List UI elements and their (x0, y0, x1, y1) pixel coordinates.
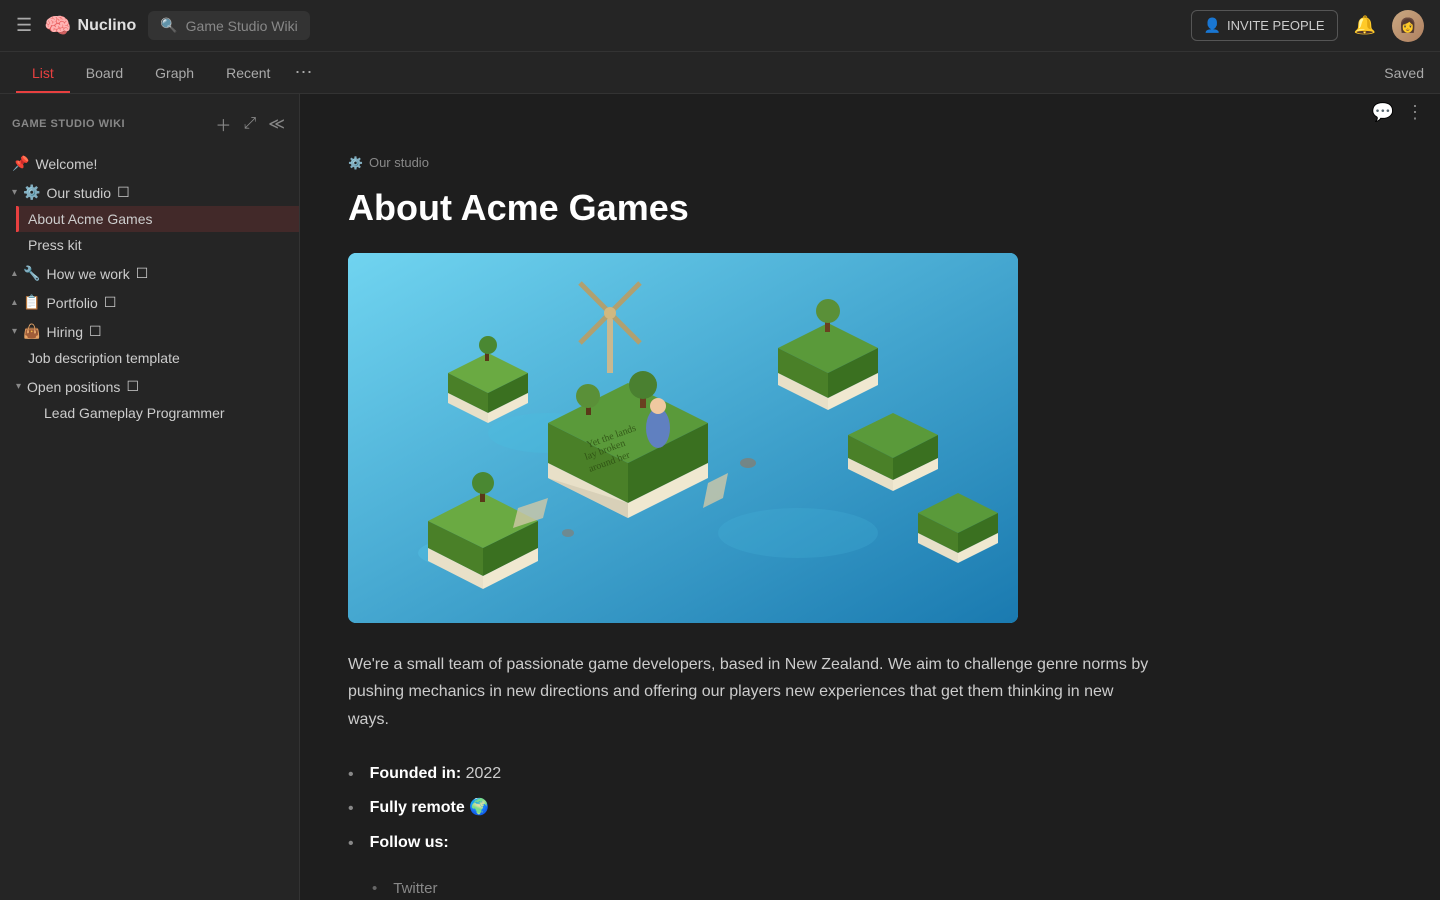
how-we-work-icon: 🔧 (23, 265, 40, 282)
sidebar-item-about-acme-label: About Acme Games (28, 211, 287, 227)
checkbox-icon[interactable]: ☐ (136, 265, 149, 282)
chevron-right-icon: ▸ (9, 300, 20, 305)
more-options-icon[interactable]: ⋮ (1406, 102, 1424, 123)
body-text: We're a small team of passionate game de… (348, 651, 1152, 733)
hero-image: Yet the lands lay broken around her (348, 253, 1018, 623)
hiring-icon: 👜 (23, 323, 40, 340)
invite-people-button[interactable]: 👤 INVITE PEOPLE (1191, 10, 1338, 41)
logo[interactable]: 🧠 Nuclino (44, 13, 136, 39)
tab-recent[interactable]: Recent (210, 55, 286, 93)
open-positions-children: Lead Gameplay Programmer (16, 400, 299, 426)
sidebar-group-portfolio-label: Portfolio (46, 295, 97, 311)
tab-list[interactable]: List (16, 55, 70, 93)
logo-icon: 🧠 (44, 13, 71, 39)
search-bar[interactable]: 🔍 Game Studio Wiki (148, 11, 309, 40)
tab-graph[interactable]: Graph (139, 55, 210, 93)
globe-emoji: 🌍 (469, 799, 489, 816)
checkbox-icon[interactable]: ☐ (117, 184, 130, 201)
comment-icon[interactable]: 💬 (1372, 102, 1394, 123)
sidebar-group-how-we-work: ▸ 🔧 How we work ☐ (0, 260, 299, 287)
founded-value: 2022 (466, 765, 502, 782)
checkbox-icon[interactable]: ☐ (126, 378, 139, 395)
top-nav: ☰ 🧠 Nuclino 🔍 Game Studio Wiki 👤 INVITE … (0, 0, 1440, 52)
content-area: 💬 ⋮ ⚙️ Our studio About Acme Games (300, 94, 1440, 900)
tab-board[interactable]: Board (70, 55, 139, 93)
sidebar-group-hiring: ▾ 👜 Hiring ☐ Job description template ▾ … (0, 318, 299, 426)
breadcrumb-label: Our studio (369, 155, 429, 170)
sidebar-header: GAME STUDIO WIKI ＋ ⤢ ≪ (0, 106, 299, 146)
our-studio-children: About Acme Games Press kit (0, 206, 299, 258)
sidebar-group-open-positions-header[interactable]: ▾ Open positions ☐ (16, 373, 299, 400)
sidebar-group-our-studio-label: Our studio (46, 185, 111, 201)
invite-label: INVITE PEOPLE (1227, 18, 1325, 33)
breadcrumb[interactable]: ⚙️ Our studio (348, 155, 1152, 170)
breadcrumb-icon: ⚙️ (348, 156, 363, 170)
expand-icon[interactable]: ⤢ (241, 113, 258, 135)
sidebar-group-our-studio: ▾ ⚙️ Our studio ☐ About Acme Games Press… (0, 179, 299, 258)
sidebar-item-welcome[interactable]: 📌 Welcome! (0, 150, 299, 177)
sidebar-item-lead-gameplay-label: Lead Gameplay Programmer (44, 405, 287, 421)
chevron-down-icon: ▾ (12, 187, 17, 198)
tab-more-icon[interactable]: ⋯ (286, 62, 320, 83)
founded-label: Founded in: (370, 765, 462, 782)
tab-bar: List Board Graph Recent ⋯ Saved (0, 52, 1440, 94)
content-body: ⚙️ Our studio About Acme Games (300, 131, 1200, 900)
checkbox-icon[interactable]: ☐ (104, 294, 117, 311)
page-title: About Acme Games (348, 186, 1152, 229)
sidebar-item-about-acme[interactable]: About Acme Games (16, 206, 299, 232)
sidebar-group-how-we-work-label: How we work (46, 266, 129, 282)
notifications-icon[interactable]: 🔔 (1354, 15, 1376, 36)
sidebar-group-open-positions-label: Open positions (27, 379, 120, 395)
chevron-down-icon: ▾ (16, 381, 21, 392)
sidebar-group-how-we-work-header[interactable]: ▸ 🔧 How we work ☐ (0, 260, 299, 287)
sidebar-group-hiring-label: Hiring (46, 324, 83, 340)
sidebar-group-our-studio-header[interactable]: ▾ ⚙️ Our studio ☐ (0, 179, 299, 206)
sidebar-item-press-kit-label: Press kit (28, 237, 287, 253)
collapse-sidebar-icon[interactable]: ≪ (266, 112, 287, 136)
workspace-label: GAME STUDIO WIKI (12, 118, 125, 130)
bullet-list: Founded in: 2022 Fully remote 🌍 Follow u… (348, 757, 1152, 861)
sidebar-item-press-kit[interactable]: Press kit (16, 232, 299, 258)
follow-label: Follow us: (370, 834, 449, 851)
portfolio-icon: 📋 (23, 294, 40, 311)
twitter-link[interactable]: Twitter (393, 880, 437, 897)
sidebar-item-lead-gameplay[interactable]: Lead Gameplay Programmer (32, 400, 299, 426)
sidebar-item-job-template[interactable]: Job description template (16, 345, 299, 371)
our-studio-icon: ⚙️ (23, 184, 40, 201)
main-layout: GAME STUDIO WIKI ＋ ⤢ ≪ 📌 Welcome! ▾ ⚙️ O… (0, 94, 1440, 900)
list-item-follow: Follow us: (348, 826, 1152, 861)
list-item-twitter: Twitter (372, 877, 1152, 900)
remote-label: Fully remote (370, 799, 465, 816)
sidebar-item-job-template-label: Job description template (28, 350, 287, 366)
game-scene-svg: Yet the lands lay broken around her (348, 253, 1018, 623)
social-links-list: Twitter Discord (372, 877, 1152, 900)
add-item-icon[interactable]: ＋ (213, 110, 233, 138)
sidebar-group-hiring-header[interactable]: ▾ 👜 Hiring ☐ (0, 318, 299, 345)
list-item-founded: Founded in: 2022 (348, 757, 1152, 792)
game-screenshot: Yet the lands lay broken around her (348, 253, 1018, 623)
checkbox-icon[interactable]: ☐ (89, 323, 102, 340)
hiring-children: Job description template ▾ Open position… (0, 345, 299, 426)
sidebar-group-open-positions: ▾ Open positions ☐ Lead Gameplay Program… (16, 373, 299, 426)
pin-icon: 📌 (12, 155, 29, 172)
list-item-remote: Fully remote 🌍 (348, 791, 1152, 826)
saved-label: Saved (1384, 65, 1424, 81)
sidebar-group-portfolio: ▸ 📋 Portfolio ☐ (0, 289, 299, 316)
menu-icon[interactable]: ☰ (16, 15, 32, 36)
sidebar: GAME STUDIO WIKI ＋ ⤢ ≪ 📌 Welcome! ▾ ⚙️ O… (0, 94, 300, 900)
tabs: List Board Graph Recent ⋯ (16, 54, 320, 92)
sidebar-group-portfolio-header[interactable]: ▸ 📋 Portfolio ☐ (0, 289, 299, 316)
sidebar-item-welcome-label: Welcome! (35, 156, 287, 172)
search-icon: 🔍 (160, 17, 177, 34)
invite-icon: 👤 (1204, 17, 1221, 34)
content-header: 💬 ⋮ (300, 94, 1440, 131)
search-input[interactable]: Game Studio Wiki (186, 18, 298, 34)
user-avatar[interactable]: 👩 (1392, 10, 1424, 42)
sidebar-header-actions: ＋ ⤢ ≪ (213, 110, 287, 138)
chevron-right-icon: ▸ (9, 271, 20, 276)
chevron-down-icon: ▾ (12, 326, 17, 337)
app-name: Nuclino (78, 17, 137, 35)
